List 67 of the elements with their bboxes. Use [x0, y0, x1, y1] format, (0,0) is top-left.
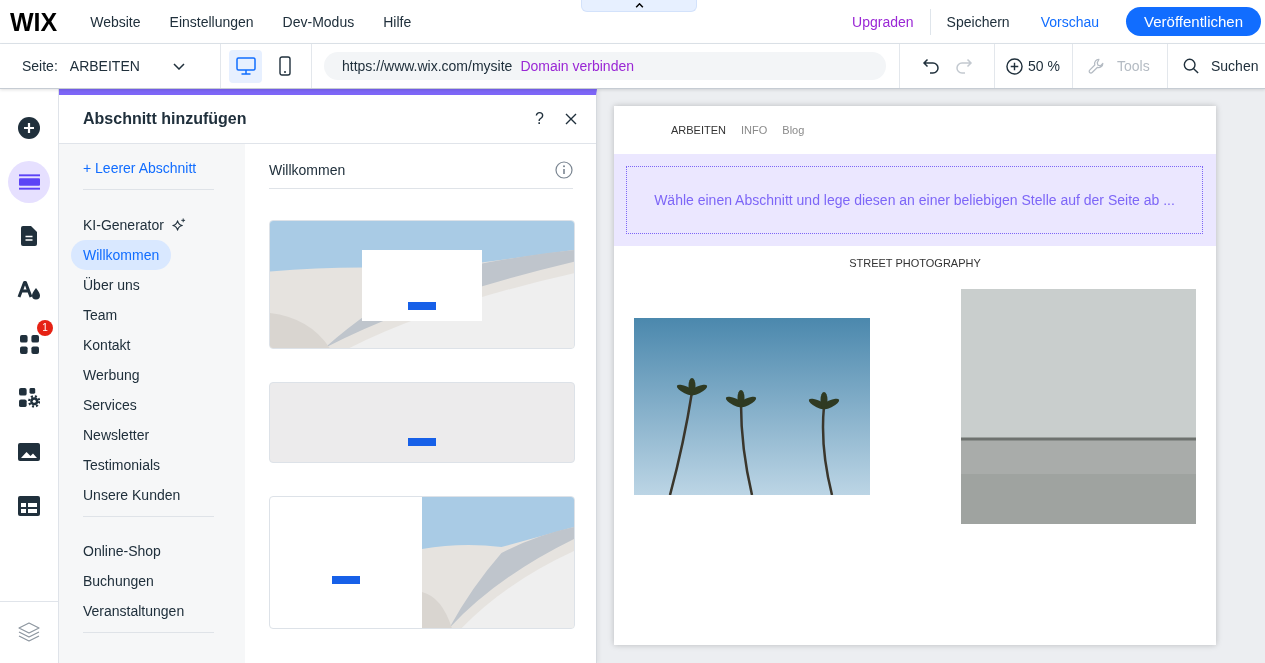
logo-text: WIX: [10, 8, 58, 35]
zoom-in-icon: [1006, 57, 1023, 75]
redo-icon: [955, 57, 973, 75]
chevron-down-icon: [172, 62, 185, 70]
category-item[interactable]: Services: [71, 390, 149, 420]
menu-item[interactable]: Website: [90, 11, 141, 32]
page-dropdown[interactable]: ARBEITEN: [69, 56, 185, 76]
zoom-button[interactable]: 50 %: [1006, 56, 1060, 76]
site-nav-link[interactable]: INFO: [741, 123, 768, 137]
page-heading: STREET PHOTOGRAPHY: [848, 256, 982, 271]
help-button[interactable]: ?: [535, 109, 544, 129]
undo-icon: [922, 57, 940, 75]
connect-domain-link[interactable]: Domain verbinden: [520, 56, 634, 76]
desktop-view-button[interactable]: [229, 49, 262, 83]
wrench-icon: [1088, 57, 1105, 75]
sidebar-button[interactable]: [8, 161, 50, 203]
category-item[interactable]: Über uns: [71, 270, 152, 300]
site-nav-link[interactable]: Blog: [782, 123, 805, 137]
panel-title: Abschnitt hinzufügen: [83, 109, 247, 129]
drop-zone-hint: Wähle einen Abschnitt und lege diesen an einer beliebigen Stelle auf der Seite ab ...: [626, 166, 1203, 234]
phone-icon: [278, 56, 291, 76]
image-icon: [18, 443, 40, 461]
layers-icon: [18, 622, 40, 642]
stacked-bars-icon: [18, 174, 40, 190]
page-label: Seite:: [22, 57, 58, 76]
button-mockup-icon: [408, 438, 436, 446]
category-item[interactable]: Buchungen: [71, 566, 166, 596]
menu-item[interactable]: Einstellungen: [169, 11, 254, 32]
table-icon: [18, 496, 40, 516]
category-item[interactable]: Newsletter: [71, 420, 162, 450]
search-icon: [1183, 58, 1199, 74]
category-item[interactable]: KI-Generator: [71, 210, 198, 240]
upgrade-link[interactable]: Upgraden: [852, 11, 914, 32]
category-item[interactable]: Team: [71, 300, 130, 330]
category-item[interactable]: Willkommen: [71, 240, 172, 270]
section-heading: Willkommen: [269, 161, 346, 180]
menu-item[interactable]: Dev-Modus: [282, 11, 355, 32]
category-item[interactable]: Veranstaltungen: [71, 596, 197, 626]
button-mockup-icon: [332, 576, 360, 584]
close-button[interactable]: [565, 113, 577, 125]
blank-section-link[interactable]: + Leerer Abschnitt: [83, 156, 197, 180]
save-button[interactable]: Speichern: [946, 11, 1010, 32]
url-text: https://www.wix.com/mysite: [342, 57, 513, 76]
plus-circle-icon: [18, 117, 40, 139]
grid-icon: [19, 334, 39, 354]
chevron-up-icon: [634, 3, 644, 8]
grid-gear-icon: [18, 388, 40, 408]
menu-item[interactable]: Hilfe: [383, 11, 412, 32]
category-item[interactable]: Online-Shop: [71, 536, 173, 566]
category-item[interactable]: Kontakt: [71, 330, 143, 360]
address-bar[interactable]: https://www.wix.com/mysite Domain verbinden: [324, 52, 886, 80]
category-item[interactable]: Werbung: [71, 360, 152, 390]
monitor-icon: [235, 57, 256, 75]
search-button[interactable]: Suchen: [1183, 56, 1259, 76]
close-icon: [565, 113, 577, 125]
sparkle-icon: [170, 217, 186, 233]
info-icon[interactable]: [555, 161, 573, 179]
sidebar-button[interactable]: 1: [8, 323, 50, 365]
category-item[interactable]: Unsere Kunden: [71, 480, 193, 510]
category-item[interactable]: Testimonials: [71, 450, 173, 480]
notification-count: 1: [37, 320, 53, 336]
letter-drop-icon: [17, 280, 41, 300]
button-mockup-icon: [408, 302, 436, 310]
publish-button[interactable]: Veröffentlichen: [1126, 7, 1261, 36]
document-icon: [21, 226, 37, 246]
preview-link[interactable]: Vorschau: [1040, 11, 1100, 32]
site-nav-link[interactable]: ARBEITEN: [671, 123, 726, 137]
